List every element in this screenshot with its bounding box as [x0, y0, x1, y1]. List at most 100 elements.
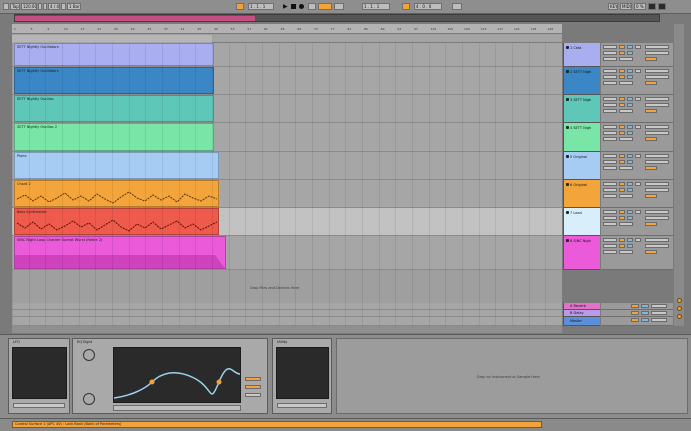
mixer-control[interactable] [619, 75, 625, 79]
mixer-strip-4[interactable] [601, 123, 673, 152]
band-toggle[interactable] [245, 377, 261, 381]
mixer-control[interactable] [603, 103, 617, 107]
loop-length-field[interactable]: 4 . 0 . 0 [414, 3, 442, 10]
track-header-1[interactable]: 1 Ceta [563, 43, 600, 67]
mixer-control[interactable] [619, 51, 625, 55]
lfo-controls[interactable] [13, 403, 65, 408]
fold-icon[interactable] [566, 183, 569, 186]
mixer-control[interactable] [627, 125, 633, 129]
mixer-control[interactable] [619, 97, 625, 101]
mixer-control[interactable] [627, 216, 633, 220]
mixer-control[interactable] [603, 109, 617, 113]
overview-selection[interactable] [15, 16, 255, 21]
mixer-control[interactable] [645, 154, 669, 158]
mixer-control[interactable] [619, 244, 625, 248]
track-header-2[interactable]: 2 SETT Nigh [563, 67, 600, 95]
mixer-control[interactable] [619, 81, 633, 85]
mixer-control[interactable] [645, 45, 669, 49]
arrangement-position-field[interactable]: 1 . 1 . 1 [248, 3, 274, 10]
mixer-control[interactable] [645, 109, 657, 113]
mixer-control[interactable] [645, 210, 669, 214]
mixer-control[interactable] [631, 311, 639, 315]
track-header-5[interactable]: 5 Original [563, 152, 600, 180]
mixer-control[interactable] [603, 57, 617, 61]
mixer-control[interactable] [603, 51, 617, 55]
mixer-control[interactable] [645, 194, 657, 198]
loop-start-field[interactable]: 1 . 1 . 1 [362, 3, 390, 10]
mixer-control[interactable] [603, 137, 617, 141]
mixer-control[interactable] [603, 188, 617, 192]
mixer-control[interactable] [603, 75, 617, 79]
record-icon[interactable] [299, 4, 304, 9]
mixer-control[interactable] [645, 182, 669, 186]
mixer-control[interactable] [645, 244, 669, 248]
mixer-control[interactable] [603, 69, 617, 73]
mixer-control[interactable] [635, 182, 641, 186]
fold-icon[interactable] [566, 211, 569, 214]
mixer-control[interactable] [631, 304, 639, 308]
mixer-control[interactable] [603, 97, 617, 101]
follow-button[interactable] [236, 3, 244, 10]
arrangement-clip[interactable]: SETT Nightly Oscilloc [14, 95, 214, 122]
mixer-control[interactable] [627, 131, 633, 135]
mixer-control[interactable] [603, 216, 617, 220]
mixer-control[interactable] [603, 45, 617, 49]
automation-arm-button[interactable] [318, 3, 332, 10]
mixer-control[interactable] [619, 216, 625, 220]
mixer-control[interactable] [645, 81, 657, 85]
nudge-up-button[interactable] [43, 3, 47, 10]
mixer-control[interactable] [641, 304, 649, 308]
view-toggle-icon[interactable] [677, 314, 682, 319]
return-header-b[interactable]: B Delay [563, 310, 600, 317]
beat-time-ruler[interactable] [12, 24, 562, 34]
metronome-button[interactable] [61, 3, 66, 10]
mixer-control[interactable] [645, 250, 657, 254]
mixer-control[interactable] [619, 137, 633, 141]
track-header-8[interactable]: 8 SINC Nigh [563, 236, 600, 270]
return-mixer-strip[interactable] [601, 303, 673, 310]
overdub-button[interactable] [308, 3, 316, 10]
mixer-control[interactable] [627, 210, 633, 214]
fold-icon[interactable] [566, 46, 569, 49]
fold-icon[interactable] [566, 239, 569, 242]
utility-controls[interactable] [277, 403, 327, 408]
bottom-time-ruler[interactable] [12, 326, 562, 333]
arrangement-clip[interactable]: SETT Nightly Oscillators [14, 43, 214, 66]
mixer-control[interactable] [635, 154, 641, 158]
mixer-control[interactable] [635, 97, 641, 101]
mixer-control[interactable] [651, 304, 667, 308]
mixer-control[interactable] [627, 182, 633, 186]
arrangement-clip[interactable]: SETT Nightly Oscilloc 2 [14, 123, 214, 151]
mixer-control[interactable] [645, 166, 657, 170]
mixer-control[interactable] [627, 45, 633, 49]
device-utility[interactable]: Utility [272, 338, 332, 414]
return-mixer-strip[interactable] [601, 310, 673, 317]
mixer-control[interactable] [603, 125, 617, 129]
device-lfo[interactable]: LFO [8, 338, 70, 414]
mixer-control[interactable] [619, 182, 625, 186]
mixer-control[interactable] [603, 160, 617, 164]
device-drop-zone[interactable]: Drop an Instrument or Sample Here [336, 338, 688, 414]
midi-map-button[interactable]: MIDI [620, 3, 632, 10]
mixer-control[interactable] [645, 69, 669, 73]
ext-sync-button[interactable] [3, 3, 9, 10]
mixer-control[interactable] [603, 210, 617, 214]
key-map-button[interactable]: KEY [608, 3, 618, 10]
track-header-4[interactable]: 4 SETT Nigh [563, 123, 600, 152]
mixer-control[interactable] [627, 97, 633, 101]
zoom-in-icon[interactable] [677, 298, 682, 303]
mixer-control[interactable] [645, 51, 669, 55]
zoom-out-icon[interactable] [677, 306, 682, 311]
mixer-control[interactable] [603, 81, 617, 85]
mixer-control[interactable] [619, 154, 625, 158]
mixer-control[interactable] [627, 238, 633, 242]
nudge-down-button[interactable] [38, 3, 42, 10]
track-header-7[interactable]: 7 Lead [563, 208, 600, 236]
mixer-control[interactable] [619, 57, 633, 61]
mixer-control[interactable] [627, 69, 633, 73]
mixer-control[interactable] [619, 125, 625, 129]
mixer-control[interactable] [619, 188, 625, 192]
return-mixer-strip[interactable] [601, 317, 673, 326]
tap-button[interactable]: Tap [10, 3, 20, 10]
mixer-control[interactable] [645, 188, 669, 192]
